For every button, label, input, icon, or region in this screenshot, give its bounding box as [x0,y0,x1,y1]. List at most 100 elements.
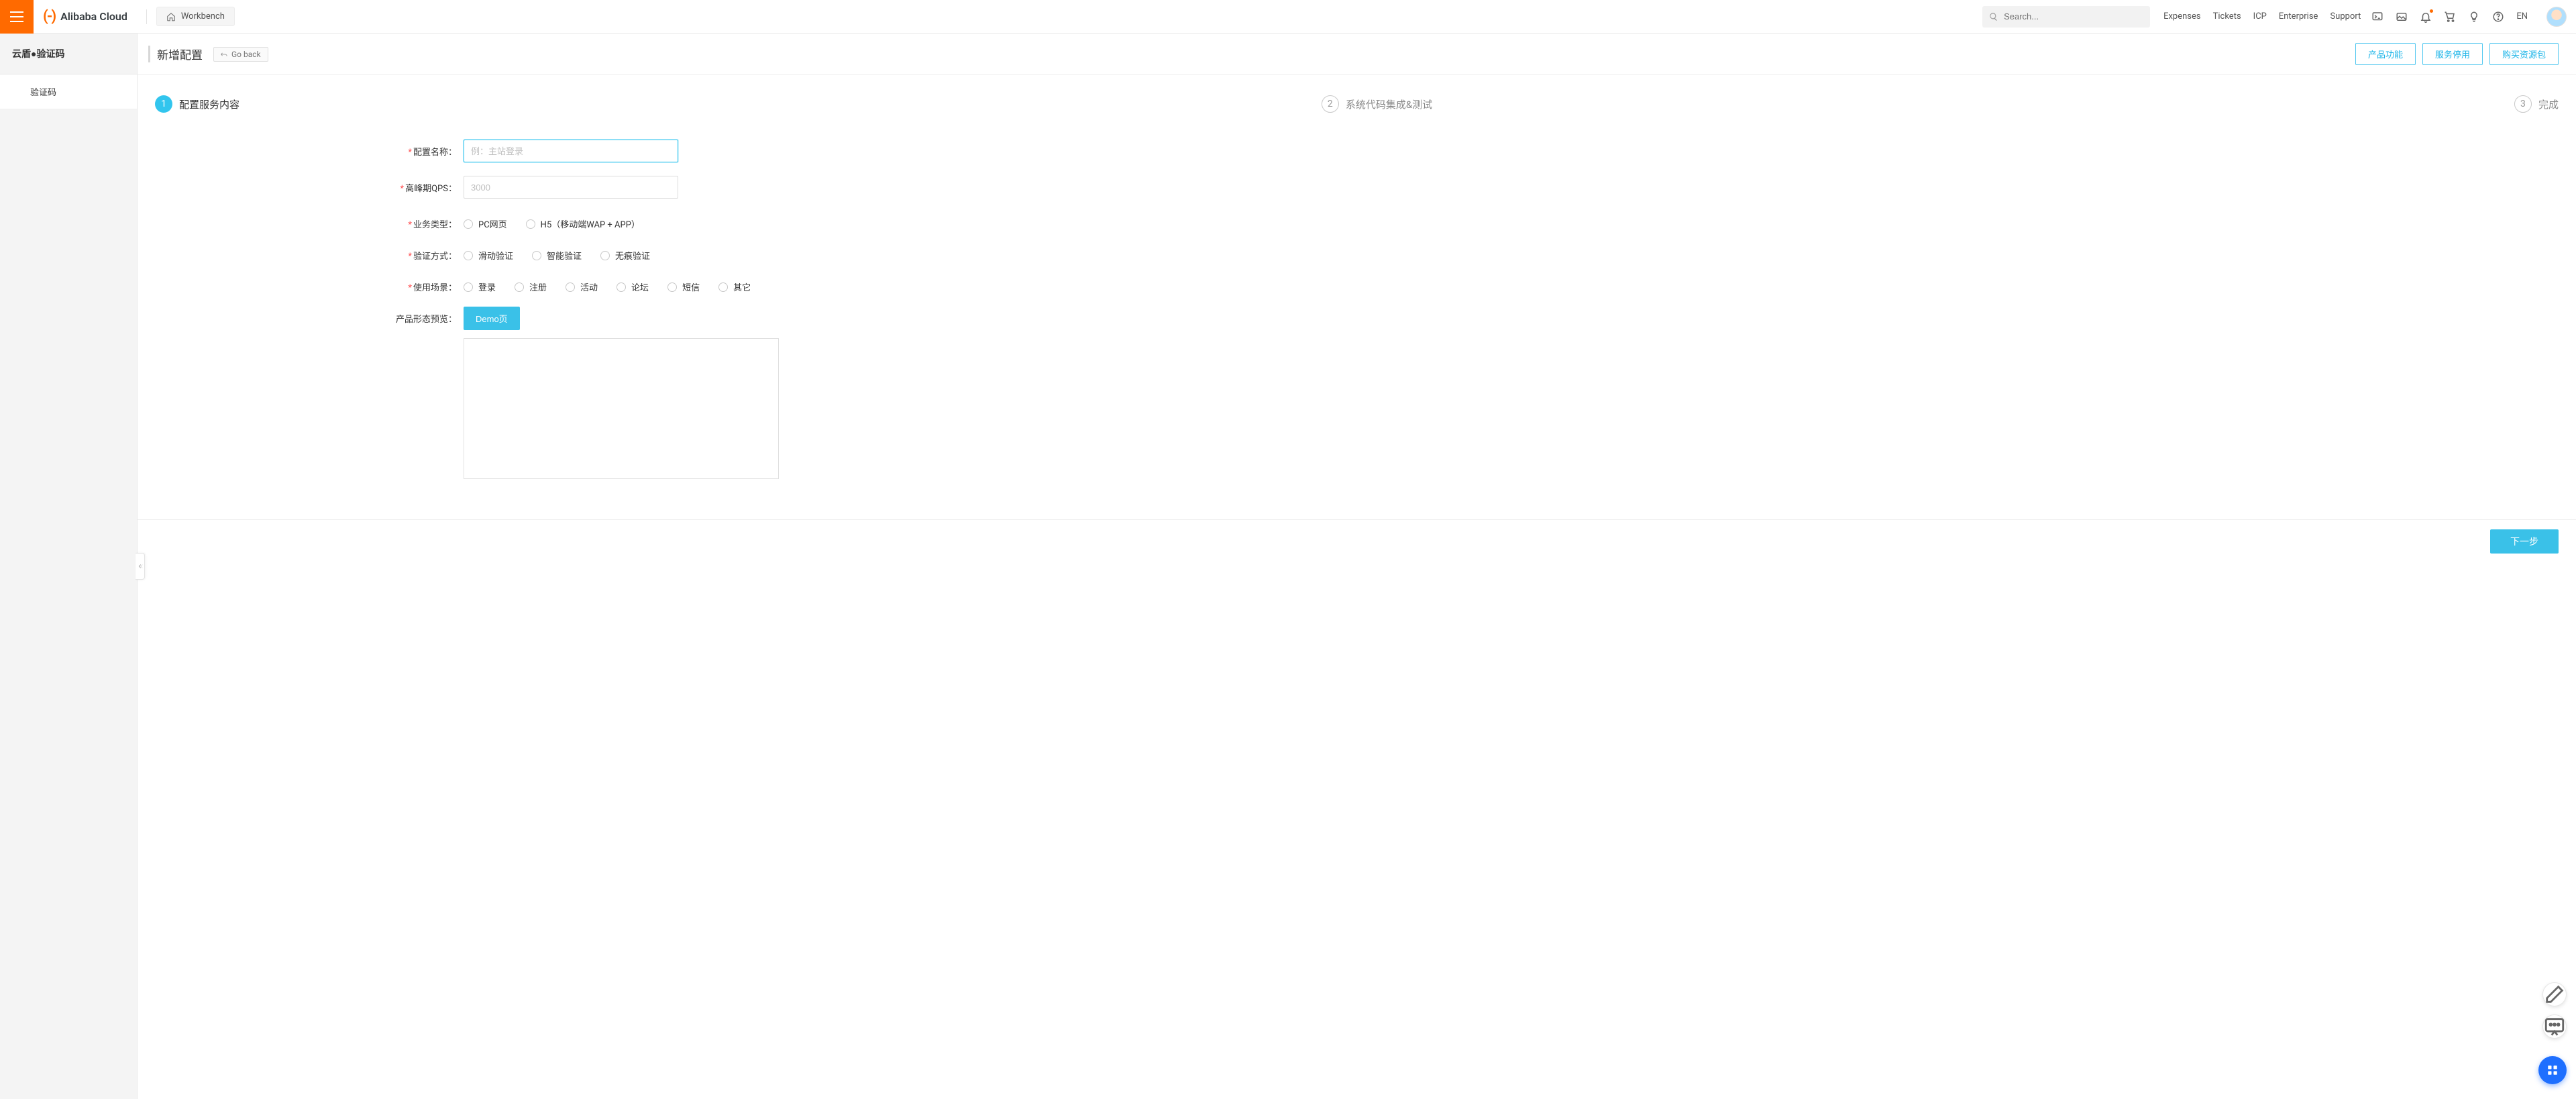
scene-option-other[interactable]: 其它 [718,280,751,293]
sidebar-title: 云盾●验证码 [0,34,137,74]
help-icon[interactable] [2492,11,2504,23]
sidebar-collapse-handle[interactable] [136,553,145,580]
radio-icon [464,251,473,260]
buy-resource-button[interactable]: 购买资源包 [2489,43,2559,65]
nav-tickets[interactable]: Tickets [2213,11,2241,21]
menu-toggle-button[interactable] [0,0,34,34]
main-content: 新增配置 Go back 产品功能 服务停用 购买资源包 1 配置服务内容 2 … [138,34,2576,1099]
step-3: 3 完成 [2514,95,2559,113]
step-1-number: 1 [155,95,172,113]
service-deprecate-button[interactable]: 服务停用 [2422,43,2483,65]
step-3-number: 3 [2514,95,2532,113]
cloudshell-icon[interactable] [2371,11,2383,23]
sidebar-item-captcha[interactable]: 验证码 [0,74,137,109]
radio-icon [667,282,677,292]
label-peak-qps: 高峰期QPS [405,184,448,194]
pencil-icon [2543,983,2566,1006]
demo-page-button[interactable]: Demo页 [464,307,520,330]
form-footer: 下一步 [138,519,2576,563]
page-header: 新增配置 Go back 产品功能 服务停用 购买资源包 [138,34,2576,75]
radio-icon [616,282,626,292]
product-features-button[interactable]: 产品功能 [2355,43,2416,65]
apps-grid-icon [2546,1064,2559,1076]
scene-option-activity[interactable]: 活动 [566,280,598,293]
page-action-buttons: 产品功能 服务停用 购买资源包 [2349,43,2559,65]
sidebar: 云盾●验证码 验证码 [0,34,138,1099]
hamburger-icon [10,11,23,22]
config-name-input[interactable] [464,140,678,162]
scene-option-sms[interactable]: 短信 [667,280,700,293]
global-search[interactable] [1982,6,2150,28]
label-scene: 使用场景 [413,283,448,293]
radio-icon [718,282,728,292]
radio-icon [566,282,575,292]
workbench-label: Workbench [181,11,225,21]
top-nav: Expenses Tickets ICP Enterprise Support [2163,11,2371,21]
radio-icon [526,219,535,229]
row-biz-type: *业务类型： PC网页 H5（移动端WAP + APP） [370,212,1040,230]
radio-icon [532,251,541,260]
radio-icon [515,282,524,292]
label-verify-mode: 验证方式 [413,252,448,262]
peak-qps-input[interactable] [464,176,678,199]
row-verify-mode: *验证方式： 滑动验证 智能验证 无痕验证 [370,244,1040,262]
screenshot-icon[interactable] [2396,11,2408,23]
collapse-icon [137,563,144,570]
biz-type-option-h5[interactable]: H5（移动端WAP + APP） [526,217,640,230]
nav-support[interactable]: Support [2330,11,2361,21]
biz-type-option-pc[interactable]: PC网页 [464,217,507,230]
scene-option-login[interactable]: 登录 [464,280,496,293]
top-icon-tray: EN [2371,7,2576,27]
top-bar: (‑) Alibaba Cloud Workbench Expenses Tic… [0,0,2576,34]
user-avatar[interactable] [2546,7,2567,27]
verify-mode-option-slide[interactable]: 滑动验证 [464,249,513,262]
nav-icp[interactable]: ICP [2253,11,2267,21]
wizard-steps: 1 配置服务内容 2 系统代码集成&测试 3 完成 [138,75,2576,126]
nav-expenses[interactable]: Expenses [2163,11,2201,21]
go-back-label: Go back [231,50,261,59]
config-form: *配置名称： *高峰期QPS： *业务类型： PC网页 [370,140,1040,479]
home-icon [166,12,176,21]
search-input[interactable] [2004,11,2143,21]
radio-icon [464,282,473,292]
floating-actions [2542,982,2567,1039]
brand-text: Alibaba Cloud [60,10,127,23]
bulb-icon[interactable] [2468,11,2480,23]
label-biz-type: 业务类型 [413,220,448,230]
search-icon [1989,12,1998,21]
scene-option-register[interactable]: 注册 [515,280,547,293]
preview-box [464,338,779,479]
row-scene: *使用场景： 登录 注册 活动 论坛 短信 其它 [370,275,1040,293]
next-step-button[interactable]: 下一步 [2490,529,2559,554]
divider [146,9,147,24]
row-config-name: *配置名称： [370,140,1040,162]
bell-icon[interactable] [2420,11,2432,23]
step-2: 2 系统代码集成&测试 [1322,95,1432,113]
step-1-label: 配置服务内容 [179,97,239,111]
step-2-number: 2 [1322,95,1339,113]
row-preview: 产品形态预览： Demo页 [370,307,1040,479]
feedback-float-button[interactable] [2542,1014,2567,1039]
language-switch[interactable]: EN [2516,11,2528,21]
brand-mark-icon: (‑) [43,8,55,25]
cart-icon[interactable] [2444,11,2456,23]
page-title: 新增配置 [148,46,213,62]
chat-icon [2543,1015,2566,1038]
verify-mode-option-smart[interactable]: 智能验证 [532,249,582,262]
apps-fab-button[interactable] [2538,1056,2567,1084]
step-1: 1 配置服务内容 [155,95,239,113]
verify-mode-option-invisible[interactable]: 无痕验证 [600,249,650,262]
brand-logo[interactable]: (‑) Alibaba Cloud [34,8,137,25]
radio-icon [600,251,610,260]
nav-enterprise[interactable]: Enterprise [2279,11,2318,21]
radio-icon [464,219,473,229]
row-peak-qps: *高峰期QPS： [370,176,1040,199]
edit-float-button[interactable] [2542,982,2567,1006]
label-preview: 产品形态预览 [396,315,448,325]
label-config-name: 配置名称 [413,148,448,158]
return-icon [221,52,227,57]
go-back-button[interactable]: Go back [213,47,268,62]
scene-option-forum[interactable]: 论坛 [616,280,649,293]
workbench-button[interactable]: Workbench [156,7,235,26]
step-2-label: 系统代码集成&测试 [1346,97,1432,111]
